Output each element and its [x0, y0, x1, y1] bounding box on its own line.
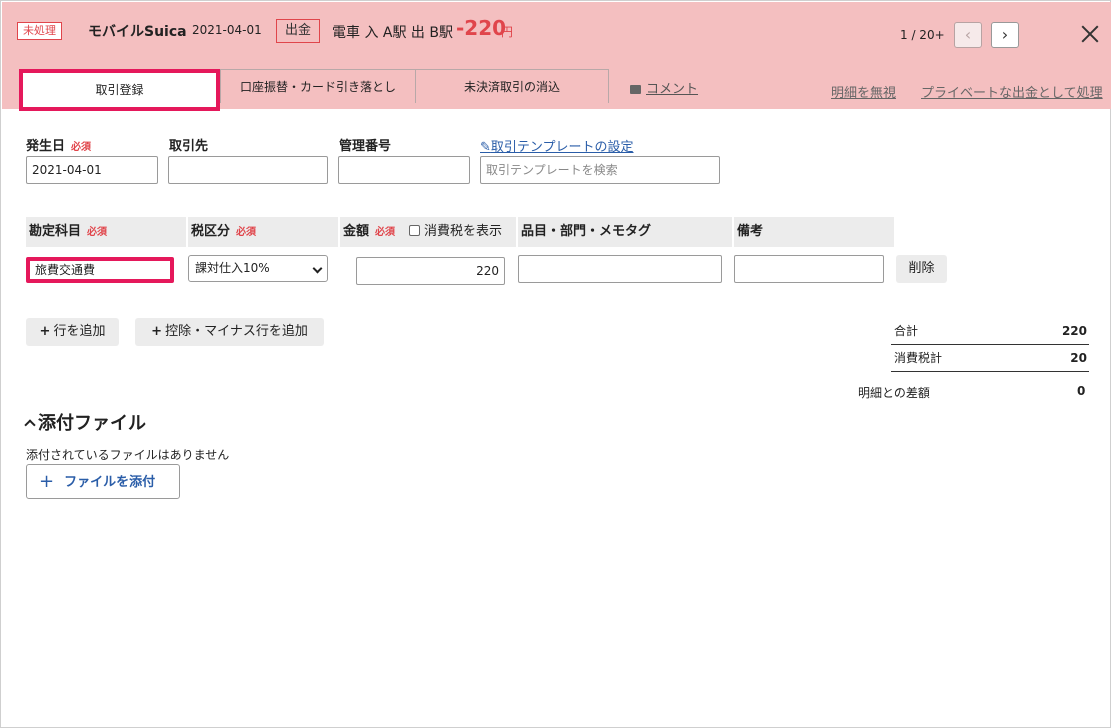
- pager-text: 1 / 20+: [900, 28, 945, 42]
- required-mark: 必須: [375, 227, 396, 238]
- tab-clearing[interactable]: 未決済取引の消込: [415, 69, 609, 103]
- required-mark: 必須: [236, 227, 257, 238]
- comment-label: コメント: [646, 82, 699, 97]
- status-badge: 未処理: [17, 22, 62, 40]
- diff-value: 0: [1077, 384, 1086, 398]
- transaction-description: 電車 入 A駅 出 B駅: [332, 25, 453, 41]
- tax-select-value: 課対仕入10%: [195, 261, 270, 275]
- partner-field[interactable]: [168, 156, 328, 184]
- account-column-header: 勘定科目 必須: [26, 217, 186, 247]
- add-minus-row-button[interactable]: + 控除・マイナス行を追加: [135, 318, 324, 346]
- tab-transfer[interactable]: 口座振替・カード引き落とし: [220, 69, 416, 103]
- tax-column-header: 税区分 必須: [188, 217, 338, 247]
- show-tax-label: 消費税を表示: [424, 224, 503, 239]
- attachments-title: 添付ファイル: [38, 413, 146, 434]
- next-button[interactable]: ›: [991, 22, 1019, 48]
- account-field[interactable]: 旅費交通費: [26, 257, 174, 283]
- attachments-toggle[interactable]: 添付ファイル: [24, 409, 146, 435]
- mgmt-number-field[interactable]: [338, 156, 470, 184]
- add-row-label: 行を追加: [53, 324, 106, 339]
- items-column-header: 品目・部門・メモタグ: [518, 217, 732, 247]
- transaction-unit: 円: [501, 25, 514, 39]
- items-field[interactable]: [518, 255, 722, 283]
- transaction-header: 未処理 モバイルSuica 2021-04-01 出金 電車 入 A駅 出 B駅…: [2, 2, 1111, 111]
- date-field[interactable]: 2021-04-01: [26, 156, 158, 184]
- notes-field[interactable]: [734, 255, 884, 283]
- delete-row-button[interactable]: 削除: [896, 255, 947, 283]
- comment-icon: [630, 85, 641, 94]
- add-minus-row-label: 控除・マイナス行を追加: [165, 324, 308, 339]
- required-mark: 必須: [71, 142, 92, 153]
- total-row: 合計 220: [891, 318, 1089, 344]
- amount-header-label: 金額: [343, 224, 370, 239]
- transaction-dialog: 未処理 モバイルSuica 2021-04-01 出金 電車 入 A駅 出 B駅…: [0, 0, 1111, 728]
- close-icon[interactable]: [1078, 22, 1102, 46]
- template-search-input[interactable]: 取引テンプレートを検索: [480, 156, 720, 184]
- comment-link[interactable]: コメント: [630, 78, 698, 97]
- template-settings-link[interactable]: ✎取引テンプレートの設定: [480, 136, 634, 155]
- account-header-label: 勘定科目: [29, 224, 82, 239]
- amount-column-header: 金額 必須 消費税を表示: [340, 217, 516, 247]
- date-label: 発生日 必須: [26, 135, 91, 154]
- chevron-right-icon: ›: [1001, 25, 1009, 44]
- no-files-text: 添付されているファイルはありません: [26, 448, 230, 462]
- plus-icon: +: [39, 471, 55, 492]
- tax-total-row: 消費税計 20: [891, 345, 1089, 371]
- chevron-up-icon: [24, 419, 36, 431]
- notes-column-header: 備考: [734, 217, 894, 247]
- chevron-down-icon: [312, 263, 323, 274]
- transaction-date: 2021-04-01: [192, 23, 262, 37]
- mgmt-number-label: 管理番号: [339, 139, 392, 154]
- tax-header-label: 税区分: [191, 224, 231, 239]
- add-row-button[interactable]: + 行を追加: [26, 318, 119, 346]
- transaction-amount: -220: [456, 16, 507, 40]
- diff-label: 明細との差額: [858, 386, 930, 400]
- tax-select[interactable]: 課対仕入10%: [188, 255, 328, 282]
- attach-file-button[interactable]: + ファイルを添付: [26, 464, 180, 499]
- tab-register[interactable]: 取引登録: [19, 69, 220, 111]
- chevron-left-icon: ‹: [964, 25, 972, 44]
- direction-badge: 出金: [276, 19, 321, 43]
- total-label: 合計: [894, 324, 919, 338]
- partner-label: 取引先: [169, 139, 209, 154]
- date-label-text: 発生日: [26, 139, 66, 154]
- tax-total-value: 20: [1070, 351, 1087, 365]
- total-value: 220: [1061, 324, 1087, 338]
- plus-icon: +: [39, 324, 51, 339]
- summary-divider: [891, 371, 1089, 372]
- show-tax-checkbox[interactable]: [409, 225, 421, 236]
- amount-field[interactable]: 220: [356, 257, 505, 285]
- edit-icon: ✎: [480, 140, 491, 155]
- attach-file-label: ファイルを添付: [64, 475, 156, 490]
- account-name: モバイルSuica: [88, 24, 187, 40]
- required-mark: 必須: [87, 227, 108, 238]
- tax-total-label: 消費税計: [894, 351, 943, 365]
- template-settings-label: 取引テンプレートの設定: [490, 140, 634, 155]
- plus-icon: +: [151, 324, 163, 339]
- ignore-link[interactable]: 明細を無視: [831, 82, 896, 101]
- private-link[interactable]: プライベートな出金として処理: [921, 82, 1103, 101]
- prev-button[interactable]: ‹: [954, 22, 982, 48]
